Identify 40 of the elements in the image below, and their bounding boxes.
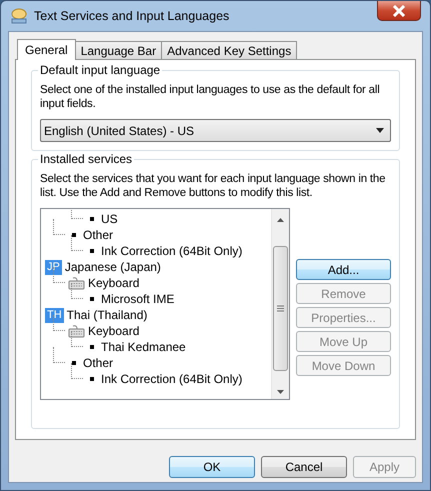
description-text: Select the services that you want for each input language shown in the list. Use the Add and Remove buttons to modify this list. — [40, 172, 386, 200]
language-badge: TH — [45, 308, 64, 322]
language-dropdown[interactable]: English (United States) - US — [40, 119, 391, 142]
tree-item[interactable]: Ink Correction (64Bit Only) — [101, 372, 242, 386]
window-title: Text Services and Input Languages — [34, 9, 230, 23]
scrollbar[interactable] — [271, 209, 289, 399]
close-button[interactable] — [377, 1, 421, 21]
tree-item[interactable]: Keyboard — [88, 324, 140, 338]
button[interactable]: OK — [169, 456, 255, 478]
tab[interactable]: Language Bar — [74, 41, 162, 59]
tree-item[interactable]: Keyboard — [88, 276, 140, 290]
bullet-icon — [72, 361, 76, 365]
app-icon — [10, 8, 28, 24]
tree-item[interactable]: US — [101, 212, 118, 226]
tree-item[interactable]: Thai (Thailand) — [66, 308, 148, 322]
scroll-up-icon[interactable] — [277, 218, 284, 222]
bullet-icon — [72, 233, 76, 237]
close-icon — [392, 4, 406, 16]
tree-item[interactable]: Microsoft IME — [101, 292, 174, 306]
caret-icon — [376, 128, 384, 133]
language-badge: JP — [45, 260, 62, 274]
tree-item[interactable]: Other — [83, 356, 114, 370]
tree-item[interactable]: Other — [83, 228, 114, 242]
tab[interactable]: General — [17, 39, 76, 60]
button[interactable]: Cancel — [261, 456, 347, 478]
bullet-icon — [90, 345, 94, 349]
tree-item[interactable]: Ink Correction (64Bit Only) — [101, 244, 242, 258]
bullet-icon — [90, 249, 94, 253]
bullet-icon — [90, 297, 94, 301]
description-text: Select one of the installed input languages to use as the default for all input fields. — [40, 83, 381, 111]
bullet-icon — [90, 217, 94, 221]
tree-item[interactable]: Japanese (Japan) — [64, 260, 161, 274]
tab[interactable]: Advanced Key Settings — [161, 41, 298, 59]
scroll-down-icon[interactable] — [277, 390, 284, 394]
tree-item[interactable]: Thai Kedmanee — [101, 340, 186, 354]
bullet-icon — [90, 377, 94, 381]
group-title: Default input language — [38, 63, 162, 77]
grip-icon — [277, 305, 284, 312]
button[interactable]: Add... — [296, 259, 391, 280]
group-title: Installed services — [38, 152, 134, 166]
